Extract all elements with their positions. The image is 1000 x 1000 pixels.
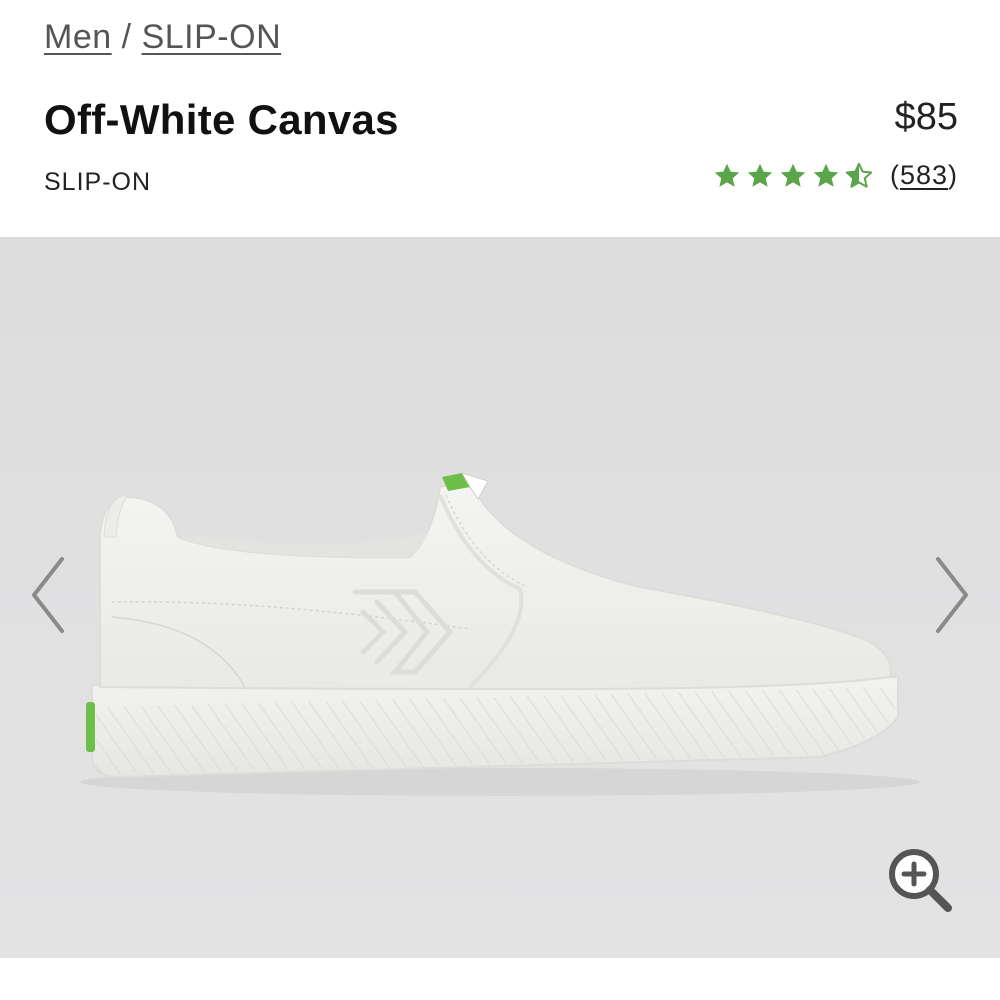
star-full-icon: [813, 163, 839, 187]
breadcrumb-link-men[interactable]: Men: [44, 18, 112, 57]
star-full-icon: [747, 163, 773, 187]
breadcrumb-link-slip-on[interactable]: SLIP-ON: [142, 18, 282, 57]
review-count-close-paren: ): [948, 160, 958, 190]
product-price: $85: [894, 96, 958, 138]
product-image[interactable]: [0, 237, 1000, 958]
chevron-right-icon[interactable]: [932, 555, 972, 635]
product-image-gallery[interactable]: [0, 237, 1000, 958]
rating-stars[interactable]: [712, 161, 874, 191]
product-rating: (583): [712, 160, 958, 191]
chevron-left-icon[interactable]: [28, 555, 68, 635]
star-full-icon: [780, 163, 806, 187]
product-title: Off-White Canvas: [44, 96, 399, 143]
breadcrumb-separator: /: [121, 18, 132, 56]
review-count: (583): [890, 160, 958, 191]
star-full-icon: [714, 163, 740, 187]
review-count-link[interactable]: 583: [900, 160, 948, 190]
zoom-in-icon[interactable]: [886, 846, 954, 914]
product-category: SLIP-ON: [44, 168, 152, 196]
star-half-icon: [845, 162, 873, 188]
review-count-open-paren: (: [889, 160, 900, 190]
breadcrumb: Men / SLIP-ON: [44, 18, 281, 57]
